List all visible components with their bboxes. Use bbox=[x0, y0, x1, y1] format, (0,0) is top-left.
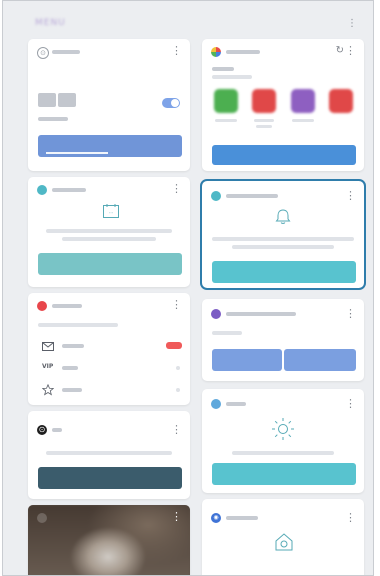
more-icon[interactable]: ⋮ bbox=[345, 190, 356, 201]
primary-button[interactable] bbox=[38, 135, 182, 157]
top-bar: MENU ⋮ bbox=[3, 1, 373, 35]
list-item-count bbox=[176, 366, 180, 370]
button-progress bbox=[46, 152, 108, 154]
empty-text-line-2 bbox=[232, 245, 334, 249]
account-line bbox=[38, 323, 118, 327]
refresh-icon[interactable]: ↻ bbox=[336, 46, 344, 56]
vip-label: VIP bbox=[42, 363, 54, 370]
empty-text-line-2 bbox=[62, 237, 156, 241]
list-item-inbox[interactable] bbox=[28, 337, 190, 355]
more-icon[interactable]: ⋮ bbox=[171, 45, 182, 56]
samsung-notes-card[interactable]: ⊙ ⋮ bbox=[28, 411, 190, 499]
card-title bbox=[226, 194, 278, 198]
widgets-screen: MENU ⋮ ⊙ ⋮ ⋮ ··· ⋮ VIP ⊙ ⋮ ⋮ ↻ ⋮ ⋮ ⋮ ⋮ ◉… bbox=[2, 0, 374, 576]
list-item-starred[interactable] bbox=[28, 381, 190, 399]
list-item-label bbox=[62, 388, 82, 392]
app-label: MENU bbox=[35, 18, 66, 28]
card-title bbox=[226, 312, 296, 316]
card-title bbox=[52, 50, 80, 54]
empty-text-line-1 bbox=[46, 229, 172, 233]
left-action-button[interactable] bbox=[212, 349, 282, 371]
card-title bbox=[52, 428, 62, 432]
card-title bbox=[226, 50, 260, 54]
more-options-icon[interactable]: ⋮ bbox=[347, 18, 357, 29]
setting-box-1[interactable] bbox=[38, 93, 56, 107]
calendar-card[interactable]: ⋮ ··· bbox=[28, 177, 190, 287]
apps-action-button[interactable] bbox=[212, 145, 356, 165]
list-item-vip[interactable]: VIP bbox=[28, 359, 190, 377]
dark-action-button[interactable] bbox=[38, 467, 182, 489]
toggle-switch[interactable] bbox=[162, 98, 180, 108]
app-tile-1-label bbox=[215, 119, 237, 122]
card-title bbox=[52, 188, 86, 192]
more-icon[interactable]: ⋮ bbox=[345, 45, 356, 56]
unread-badge bbox=[166, 342, 182, 349]
app-icon bbox=[211, 47, 221, 57]
weather-card[interactable]: ⋮ bbox=[202, 389, 364, 493]
app-icon: ⊙ bbox=[37, 47, 49, 59]
right-action-button[interactable] bbox=[284, 349, 356, 371]
app-tile-2-sublabel bbox=[256, 125, 272, 128]
section-sublabel bbox=[212, 75, 252, 79]
weather-app-icon bbox=[211, 399, 221, 409]
switch-card[interactable]: ⊙ ⋮ bbox=[28, 39, 190, 171]
app-tile-4[interactable] bbox=[329, 89, 353, 113]
bell-icon bbox=[275, 209, 291, 224]
more-icon[interactable]: ⋮ bbox=[345, 308, 356, 319]
app-icon: ◉ bbox=[211, 513, 221, 523]
envelope-icon bbox=[42, 342, 54, 351]
app-icon: ⊙ bbox=[37, 425, 47, 435]
empty-text-line bbox=[232, 451, 334, 455]
card-title bbox=[226, 402, 246, 406]
app-tile-2-label bbox=[254, 119, 274, 122]
smart-things-card[interactable]: ◉ ⋮ bbox=[202, 499, 364, 575]
home-icon bbox=[275, 533, 293, 551]
more-icon[interactable]: ⋮ bbox=[345, 512, 356, 523]
weather-action-button[interactable] bbox=[212, 463, 356, 485]
section-label bbox=[212, 67, 234, 71]
create-event-button[interactable] bbox=[38, 253, 182, 275]
create-reminder-button[interactable] bbox=[212, 261, 356, 283]
setting-caption bbox=[38, 117, 68, 121]
email-card[interactable]: ⋮ VIP bbox=[28, 293, 190, 405]
photo-image[interactable] bbox=[28, 505, 190, 575]
more-icon[interactable]: ⋮ bbox=[345, 398, 356, 409]
purple-app-card[interactable]: ⋮ bbox=[202, 299, 364, 381]
app-tile-3[interactable] bbox=[291, 89, 315, 113]
reminder-app-icon bbox=[211, 191, 221, 201]
card-title bbox=[226, 516, 258, 520]
more-icon[interactable]: ⋮ bbox=[171, 183, 182, 194]
more-icon[interactable]: ⋮ bbox=[171, 424, 182, 435]
app-tile-2[interactable] bbox=[252, 89, 276, 113]
card-title bbox=[52, 304, 82, 308]
list-item-label bbox=[62, 366, 78, 370]
app-tile-1[interactable] bbox=[214, 89, 238, 113]
star-icon bbox=[42, 384, 54, 396]
app-tile-3-label bbox=[292, 119, 314, 122]
calendar-icon: ··· bbox=[103, 204, 119, 218]
apps-card[interactable]: ↻ ⋮ bbox=[202, 39, 364, 171]
list-item-label bbox=[62, 344, 84, 348]
empty-text-line-1 bbox=[212, 237, 354, 241]
email-app-icon bbox=[37, 301, 47, 311]
calendar-app-icon bbox=[37, 185, 47, 195]
sun-icon bbox=[272, 418, 294, 440]
setting-box-2[interactable] bbox=[58, 93, 76, 107]
more-icon[interactable]: ⋮ bbox=[171, 299, 182, 310]
app-icon bbox=[211, 309, 221, 319]
empty-text-line bbox=[46, 451, 172, 455]
more-icon[interactable]: ⋮ bbox=[171, 511, 182, 522]
photo-card[interactable]: ⋮ bbox=[28, 505, 190, 575]
list-item-count bbox=[176, 388, 180, 392]
reminder-card[interactable]: ⋮ bbox=[200, 179, 366, 290]
svg-text:···: ··· bbox=[109, 211, 114, 217]
empty-text-line bbox=[212, 331, 242, 335]
toggle-knob bbox=[171, 99, 179, 107]
gallery-app-icon bbox=[37, 513, 47, 523]
